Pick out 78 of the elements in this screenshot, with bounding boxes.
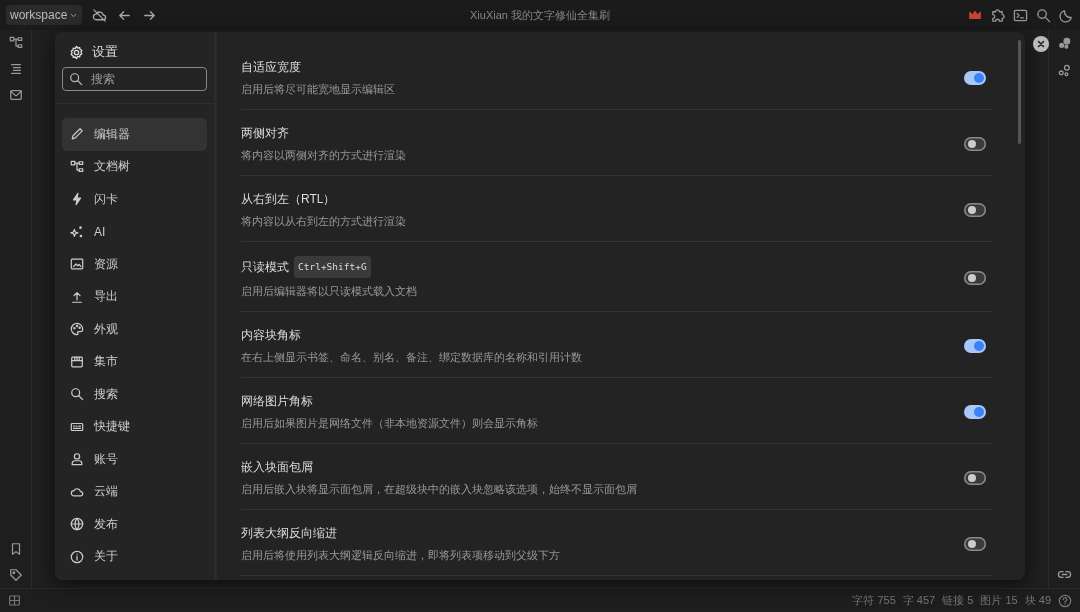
option-title: 列表大纲反向缩进 bbox=[241, 525, 337, 542]
inbox-icon[interactable] bbox=[8, 88, 23, 102]
outline-icon[interactable] bbox=[8, 62, 23, 76]
moon-icon[interactable] bbox=[1059, 7, 1074, 23]
pencil-icon bbox=[70, 127, 84, 142]
option-title: 自适应宽度 bbox=[241, 59, 301, 76]
toggle-switch[interactable] bbox=[964, 202, 986, 217]
option-description: 启用后将尽可能宽地显示编辑区 bbox=[241, 82, 396, 97]
layout-icon[interactable] bbox=[8, 594, 21, 607]
search-field[interactable]: 搜索 bbox=[62, 67, 207, 91]
close-icon bbox=[1036, 39, 1046, 49]
option-description: 启用后编辑器将以只读模式载入文档 bbox=[241, 284, 418, 299]
globe-icon bbox=[70, 517, 84, 532]
option-title: 网络图片角标 bbox=[241, 393, 313, 410]
crown-icon[interactable] bbox=[968, 8, 982, 22]
palette-icon bbox=[70, 322, 84, 337]
option-description: 在右上侧显示书签、命名、别名、备注、绑定数据库的名称和引用计数 bbox=[241, 350, 583, 365]
option-title: 内容块角标 bbox=[241, 327, 301, 344]
settings-nav-item[interactable]: 导出 bbox=[62, 280, 207, 313]
tag-icon[interactable] bbox=[8, 568, 23, 582]
toggle-switch[interactable] bbox=[964, 70, 986, 85]
settings-nav-item[interactable]: 账号 bbox=[62, 443, 207, 476]
store-icon bbox=[70, 354, 84, 369]
status-stat: 字 457 bbox=[902, 593, 936, 608]
sparkle-icon bbox=[70, 224, 84, 239]
option-title: 从右到左（RTL） bbox=[241, 191, 336, 208]
toggle-switch[interactable] bbox=[964, 536, 986, 551]
plugin-icon[interactable] bbox=[990, 7, 1005, 23]
option-description: 将内容以从右到左的方式进行渲染 bbox=[241, 214, 407, 229]
graph-icon[interactable] bbox=[1057, 36, 1072, 51]
option-description: 启用后将使用列表大纲逻辑反向缩进，即将列表项移动到父级下方 bbox=[241, 548, 561, 563]
option-title: 嵌入块面包屑 bbox=[241, 459, 313, 476]
lightning-icon bbox=[70, 192, 84, 207]
search-icon[interactable] bbox=[1036, 7, 1051, 23]
image-icon bbox=[70, 257, 84, 272]
upload-icon bbox=[70, 289, 84, 304]
option-description: 启用后嵌入块将显示面包屑，在超级块中的嵌入块忽略该选项，始终不显示面包屑 bbox=[241, 482, 638, 497]
settings-nav-item[interactable]: 外观 bbox=[62, 313, 207, 346]
toggle-switch[interactable] bbox=[964, 338, 986, 353]
terminal-icon[interactable] bbox=[1013, 7, 1028, 23]
settings-nav-item[interactable]: 关于 bbox=[62, 540, 207, 573]
toggle-switch[interactable] bbox=[964, 270, 986, 285]
settings-nav-item[interactable]: 编辑器 bbox=[62, 118, 207, 151]
settings-nav-item[interactable]: AI bbox=[62, 215, 207, 248]
status-stat: 字符 755 bbox=[852, 593, 896, 608]
window-title: XiuXian 我的文字修仙全集刷 bbox=[470, 8, 610, 21]
cloud-off-icon[interactable] bbox=[92, 7, 108, 23]
toggle-switch[interactable] bbox=[964, 404, 986, 419]
tree-icon bbox=[70, 159, 84, 174]
settings-nav-item[interactable]: 发布 bbox=[62, 508, 207, 541]
toggle-switch[interactable] bbox=[964, 136, 986, 151]
shortcut-key: Ctrl+Shift+G bbox=[294, 256, 371, 278]
settings-nav-item[interactable]: 资源 bbox=[62, 248, 207, 281]
option-title: 两侧对齐 bbox=[241, 125, 289, 142]
option-description: 将内容以两侧对齐的方式进行渲染 bbox=[241, 148, 407, 163]
settings-icon bbox=[69, 44, 84, 60]
info-icon bbox=[70, 549, 84, 564]
settings-nav-item[interactable]: 搜索 bbox=[62, 378, 207, 411]
option-title: 只读模式 bbox=[241, 259, 289, 276]
settings-nav-item[interactable]: 闪卡 bbox=[62, 183, 207, 216]
status-stat: 链接 5 bbox=[942, 593, 974, 608]
status-stat: 块 49 bbox=[1024, 593, 1051, 608]
dialog-title: 设置 bbox=[92, 43, 118, 61]
scrollbar[interactable] bbox=[1018, 40, 1021, 144]
tree-icon[interactable] bbox=[8, 36, 23, 50]
user-icon bbox=[70, 452, 84, 467]
option-description: 启用后如果图片是网络文件（非本地资源文件）则会显示角标 bbox=[241, 416, 539, 431]
workspace-dropdown[interactable]: workspace bbox=[6, 5, 83, 25]
toggle-switch[interactable] bbox=[964, 470, 986, 485]
settings-nav-item[interactable]: 文档树 bbox=[62, 150, 207, 183]
status-stat: 图片 15 bbox=[980, 593, 1018, 608]
global-graph-icon[interactable] bbox=[1057, 63, 1072, 78]
search-icon bbox=[69, 72, 83, 86]
search-icon bbox=[70, 387, 84, 402]
settings-nav-item[interactable]: 快捷键 bbox=[62, 410, 207, 443]
settings-nav-item[interactable]: 集市 bbox=[62, 345, 207, 378]
help-icon[interactable] bbox=[1058, 593, 1072, 608]
settings-nav-item[interactable]: 云端 bbox=[62, 475, 207, 508]
